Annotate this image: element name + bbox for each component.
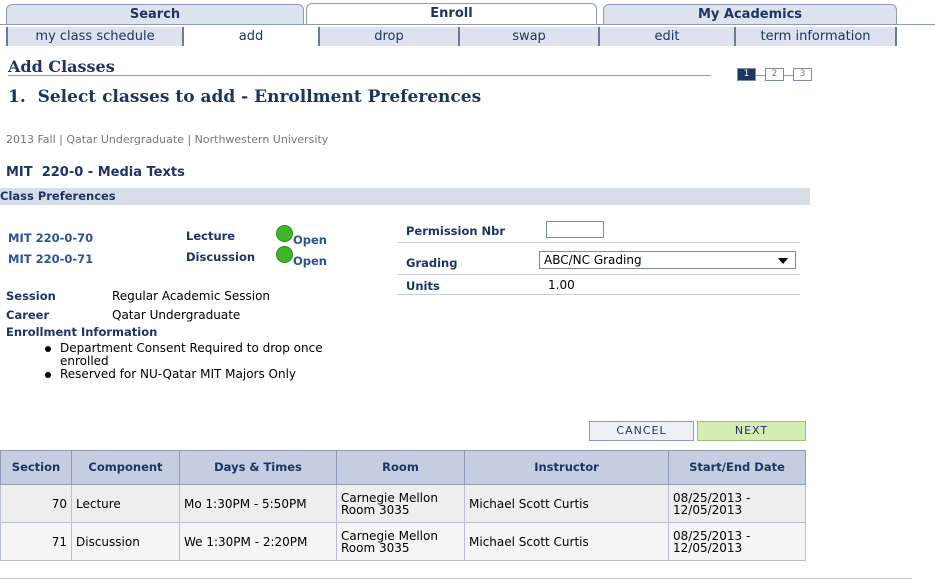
cell-room: Carnegie Mellon Room 3035 [336,522,465,561]
list-item: Department Consent Required to drop once… [14,342,364,368]
term-context: 2013 Fall | Qatar Undergraduate | Northw… [6,133,329,146]
table-row: 70 Lecture Mo 1:30PM - 5:50PM Carnegie M… [0,484,806,523]
units-value: 1.00 [548,278,575,292]
table-row: 71 Discussion We 1:30PM - 2:20PM Carnegi… [0,522,806,561]
col-days-times: Days & Times [179,450,337,485]
grading-label: Grading [406,256,458,270]
footer-rule [0,578,912,579]
row-divider [397,274,800,275]
tab-enroll[interactable]: Enroll [306,3,597,25]
section-link-70[interactable]: MIT 220-0-70 [8,231,93,245]
status-open-71: Open [293,254,327,268]
step-title: 1. Select classes to add - Enrollment Pr… [8,87,482,107]
subtab-swap[interactable]: swap [460,27,600,46]
list-item: Reserved for NU-Qatar MIT Majors Only [14,368,324,381]
component-lecture: Lecture [186,229,236,243]
cell-dates: 08/25/2013 - 12/05/2013 [668,484,806,523]
component-discussion: Discussion [186,250,256,264]
col-start-end-date: Start/End Date [668,450,806,485]
career-value: Qatar Undergraduate [112,308,241,322]
page-title: Add Classes [8,57,115,76]
subtab-edit[interactable]: edit [600,27,736,46]
section-table: Section Component Days & Times Room Inst… [0,450,806,561]
grading-select[interactable]: ABC/NC Grading [539,251,796,269]
open-status-icon [276,246,293,263]
course-title: MIT 220-0 - Media Texts [6,165,185,180]
open-status-icon [276,225,293,242]
session-value: Regular Academic Session [112,289,271,303]
step-connector [784,75,793,76]
cell-component: Lecture [71,484,180,523]
row-divider [397,242,800,243]
career-label: Career [6,308,50,322]
cell-days-times: Mo 1:30PM - 5:50PM [179,484,337,523]
permission-label: Permission Nbr [406,224,506,238]
step-1-indicator: 1 [737,68,756,81]
cancel-button[interactable]: CANCEL [589,421,694,441]
subtab-term-information[interactable]: term information [736,27,897,46]
units-label: Units [406,279,440,293]
session-label: Session [6,289,56,303]
subtab-drop[interactable]: drop [320,27,460,46]
step-3-indicator: 3 [793,68,812,81]
col-room: Room [336,450,465,485]
subtab-add[interactable]: add [184,27,320,46]
tab-my-academics[interactable]: My Academics [603,4,897,24]
step-connector [756,75,765,76]
col-component: Component [71,450,180,485]
col-section: Section [0,450,72,485]
class-preferences-header: Class Preferences [0,188,810,205]
cell-instructor: Michael Scott Curtis [464,484,669,523]
cell-room: Carnegie Mellon Room 3035 [336,484,465,523]
cell-section: 71 [0,522,72,561]
section-link-71[interactable]: MIT 220-0-71 [8,252,93,266]
chevron-down-icon [778,258,788,264]
status-open-70: Open [293,233,327,247]
cell-dates: 08/25/2013 - 12/05/2013 [668,522,806,561]
subtab-my-class-schedule[interactable]: my class schedule [6,27,184,46]
next-button[interactable]: NEXT [697,421,806,441]
enrollment-info-list: Department Consent Required to drop once… [14,342,364,381]
enrollment-info-label: Enrollment Information [6,325,158,339]
row-divider [397,294,800,295]
grading-select-value: ABC/NC Grading [544,253,642,267]
cell-days-times: We 1:30PM - 2:20PM [179,522,337,561]
col-instructor: Instructor [464,450,669,485]
cell-component: Discussion [71,522,180,561]
permission-input[interactable] [546,221,604,238]
step-2-indicator: 2 [765,68,784,81]
tab-search[interactable]: Search [6,4,304,24]
table-header-row: Section Component Days & Times Room Inst… [0,450,806,485]
title-rule [8,75,711,76]
cell-section: 70 [0,484,72,523]
cell-instructor: Michael Scott Curtis [464,522,669,561]
tab-divider [0,24,935,25]
